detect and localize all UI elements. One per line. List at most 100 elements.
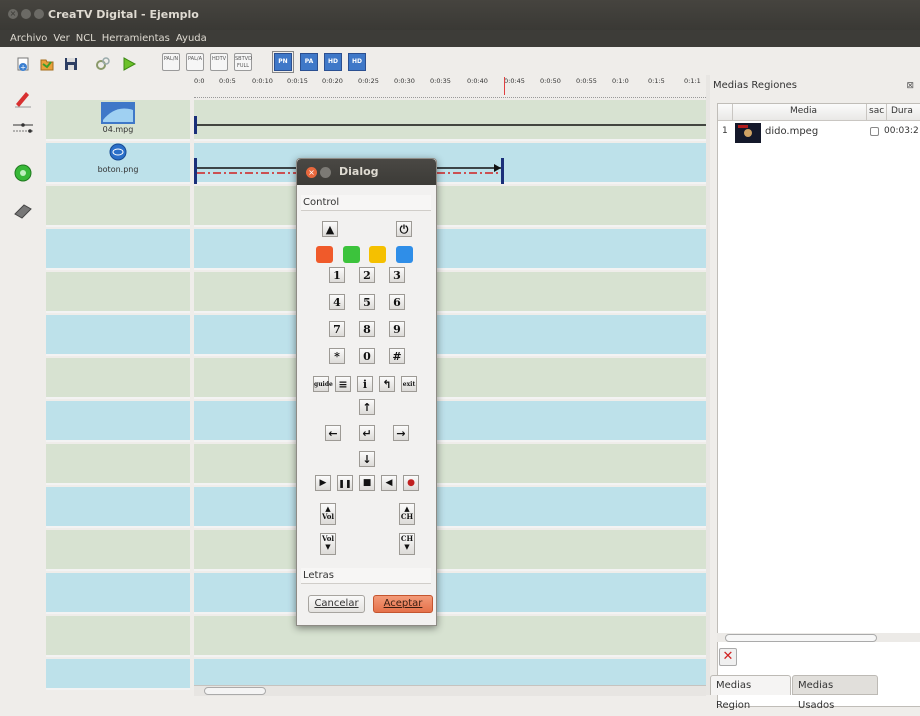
number-key[interactable]: 4	[329, 294, 345, 310]
arrow-up-icon[interactable]: ↑	[359, 399, 375, 415]
track-row[interactable]	[46, 530, 190, 571]
minimize-window-button[interactable]	[21, 9, 31, 19]
hash-key[interactable]: #	[389, 348, 405, 364]
settings-button[interactable]	[94, 55, 112, 72]
save-button[interactable]	[62, 55, 80, 72]
undock-icon[interactable]: ⊠	[906, 81, 914, 91]
timeline-area[interactable]	[194, 100, 706, 690]
open-project-button[interactable]	[38, 55, 56, 72]
exit-button[interactable]: exit	[401, 376, 417, 392]
number-key[interactable]: 8	[359, 321, 375, 337]
track-row[interactable]	[46, 358, 190, 399]
menu-ayuda[interactable]: Ayuda	[176, 30, 207, 47]
column-header-media[interactable]: Media	[790, 106, 817, 116]
volume-up-button[interactable]: ▲ Vol	[320, 503, 336, 525]
timeline-row[interactable]	[194, 272, 706, 313]
pause-icon[interactable]: ❚❚	[337, 475, 353, 491]
maximize-window-button[interactable]	[34, 9, 44, 19]
timeline-row[interactable]	[194, 616, 706, 657]
scrollbar-thumb[interactable]	[725, 634, 877, 642]
track-row[interactable]	[46, 186, 190, 227]
dialog-minimize-button[interactable]	[320, 167, 331, 178]
accept-button[interactable]: Aceptar	[373, 595, 433, 613]
menu-archivo[interactable]: Archivo	[10, 30, 47, 47]
link-tool[interactable]	[12, 118, 34, 138]
track-row[interactable]	[46, 229, 190, 270]
close-window-button[interactable]: ×	[8, 9, 18, 19]
track-row[interactable]	[46, 401, 190, 442]
power-button[interactable]: ⏻	[396, 221, 412, 237]
format-paln-button[interactable]: PAL/N	[162, 53, 180, 71]
track-row-media[interactable]: 04.mpg	[46, 100, 190, 141]
number-key[interactable]: 9	[389, 321, 405, 337]
number-key[interactable]: 5	[359, 294, 375, 310]
timeline-row[interactable]	[194, 530, 706, 571]
tab-medias-region[interactable]: Medias Region	[710, 675, 791, 711]
track-row[interactable]	[46, 659, 190, 690]
channel-up-button[interactable]: ▲ CH	[399, 503, 415, 525]
track-row[interactable]	[46, 573, 190, 614]
timeline-row[interactable]	[194, 573, 706, 614]
timeline-row[interactable]	[194, 229, 706, 270]
timeline-row[interactable]	[194, 444, 706, 485]
arrow-left-icon[interactable]: ←	[325, 425, 341, 441]
number-key[interactable]: 7	[329, 321, 345, 337]
column-header-sac[interactable]: sac	[869, 106, 884, 116]
volume-down-button[interactable]: Vol ▼	[320, 533, 336, 555]
track-row[interactable]	[46, 444, 190, 485]
new-project-button[interactable]: +	[14, 55, 32, 72]
red-key[interactable]	[316, 246, 333, 263]
eject-button[interactable]: ▲	[322, 221, 338, 237]
arrow-down-icon[interactable]: ↓	[359, 451, 375, 467]
timeline-row[interactable]	[194, 315, 706, 356]
cancel-button[interactable]: Cancelar	[308, 595, 365, 613]
delete-media-button[interactable]: ✕	[719, 648, 737, 666]
pencil-tool[interactable]	[12, 88, 34, 108]
number-key[interactable]: 3	[389, 267, 405, 283]
play-button[interactable]	[120, 55, 138, 72]
channel-down-button[interactable]: CH ▼	[399, 533, 415, 555]
column-header-duration[interactable]: Dura	[891, 106, 913, 116]
menu-ncl[interactable]: NCL	[76, 30, 96, 47]
section-control[interactable]: Control	[301, 195, 431, 211]
guide-button[interactable]: guide	[313, 376, 333, 392]
clip-video-bar[interactable]	[194, 116, 706, 134]
yellow-key[interactable]	[369, 246, 386, 263]
number-key[interactable]: 2	[359, 267, 375, 283]
menu-herramientas[interactable]: Herramientas	[102, 30, 170, 47]
asterisk-key[interactable]: *	[329, 348, 345, 364]
eraser-tool[interactable]	[12, 200, 34, 220]
number-key[interactable]: 1	[329, 267, 345, 283]
resolution-hd-button[interactable]: HD	[324, 53, 342, 71]
enter-icon[interactable]: ↵	[359, 425, 375, 441]
play-icon[interactable]: ▶	[315, 475, 331, 491]
playhead-marker[interactable]	[504, 77, 505, 95]
info-button[interactable]: i	[357, 376, 373, 392]
interaction-tool[interactable]	[12, 163, 34, 183]
resolution-pn-button[interactable]: PN	[272, 51, 294, 73]
table-row[interactable]: 1 dido.mpeg 00:03:2	[718, 123, 920, 147]
resolution-hd-full-button[interactable]: HD	[348, 53, 366, 71]
timeline-hscrollbar[interactable]	[194, 685, 706, 696]
section-letras[interactable]: Letras	[301, 568, 431, 584]
format-sbtvd-button[interactable]: SBTVD FULL	[234, 53, 252, 71]
track-row-media[interactable]: boton.png	[46, 143, 190, 184]
blue-key[interactable]	[396, 246, 413, 263]
arrow-right-icon[interactable]: →	[393, 425, 409, 441]
resolution-pa-button[interactable]: PA	[300, 53, 318, 71]
track-row[interactable]	[46, 487, 190, 528]
back-arrow-icon[interactable]: ↰	[379, 376, 395, 392]
track-row[interactable]	[46, 315, 190, 356]
number-key[interactable]: 0	[359, 348, 375, 364]
menu-list-icon[interactable]: ≡	[335, 376, 351, 392]
track-row[interactable]	[46, 272, 190, 313]
tab-medias-usados[interactable]: Medias Usados	[792, 675, 878, 711]
dialog-close-button[interactable]: ×	[306, 167, 317, 178]
scrollbar-thumb[interactable]	[204, 687, 266, 695]
medias-hscrollbar[interactable]	[717, 633, 920, 642]
track-row[interactable]	[46, 616, 190, 657]
number-key[interactable]: 6	[389, 294, 405, 310]
media-checkbox[interactable]	[870, 127, 879, 136]
rewind-icon[interactable]: ◀	[381, 475, 397, 491]
timeline-row[interactable]	[194, 358, 706, 399]
